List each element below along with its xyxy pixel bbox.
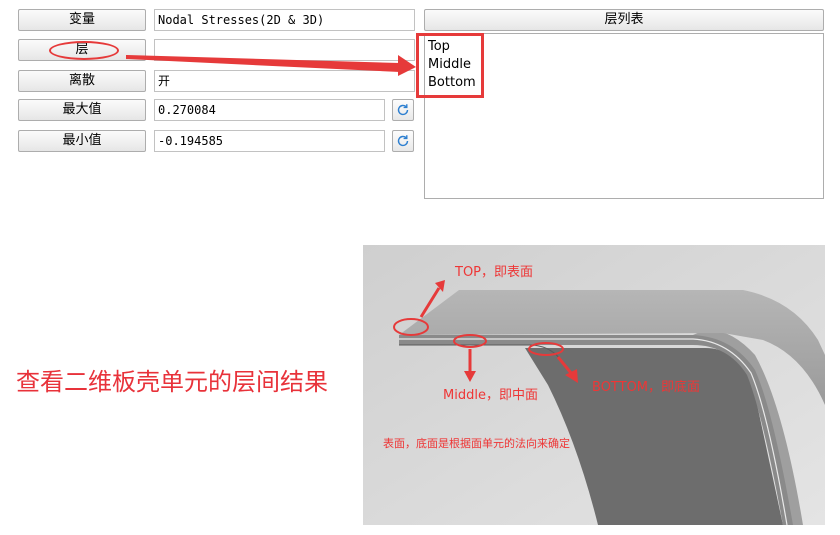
min-refresh-button[interactable] [392,130,414,152]
layer-list-item-middle[interactable]: Middle [425,56,823,74]
layer-field[interactable] [154,39,415,61]
layer-list-header[interactable]: 层列表 [424,9,824,31]
discrete-button[interactable]: 离散 [18,70,146,92]
middle-label: Middle，即中面 [443,388,538,403]
shell-illustration: TOP，即表面 Middle，即中面 BOTTOM，即底面 表面，底面是根据面单… [363,245,825,525]
layer-list-highlight [416,33,484,98]
discrete-field[interactable]: 开 [154,70,415,92]
max-value-button[interactable]: 最大值 [18,99,146,121]
caption-text: 查看二维板壳单元的层间结果 [16,368,328,396]
variable-field[interactable]: Nodal Stresses(2D & 3D) [154,9,415,31]
min-value-button[interactable]: 最小值 [18,130,146,152]
layer-list-item-bottom[interactable]: Bottom [425,74,823,92]
min-value-field[interactable]: -0.194585 [154,130,385,152]
normal-note-label: 表面，底面是根据面单元的法向来确定 [383,437,570,450]
refresh-icon [397,135,409,147]
layer-listbox[interactable]: Top Middle Bottom [424,33,824,199]
max-value-field[interactable]: 0.270084 [154,99,385,121]
layer-button-highlight [49,41,119,60]
variable-button[interactable]: 变量 [18,9,146,31]
top-label: TOP，即表面 [455,265,534,280]
max-refresh-button[interactable] [392,99,414,121]
refresh-icon [397,104,409,116]
layer-list-item-top[interactable]: Top [425,38,823,56]
bottom-label: BOTTOM，即底面 [592,380,701,395]
